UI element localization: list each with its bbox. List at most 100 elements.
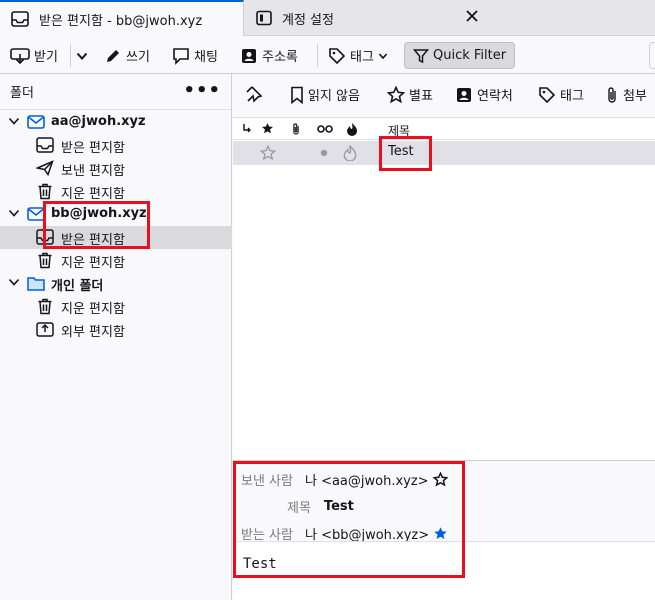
message-list-header: 제목 xyxy=(233,118,655,140)
write-label: 쓰기 xyxy=(126,50,150,65)
message-list-pane: 읽지 않음 별표 연락처 태그 첨부 제목 Test xyxy=(233,74,655,460)
message-pane: 보낸 사람 나 <aa@jwoh.xyz> 제목 Test 받는 사람 나 <b… xyxy=(233,460,655,600)
account-row-bb[interactable]: bb@jwoh.xyz xyxy=(0,203,232,226)
mail-account-icon xyxy=(27,207,45,221)
folder-trash-aa[interactable]: 지운 편지함 xyxy=(0,180,232,203)
folder-icon xyxy=(27,276,45,291)
subject-column-header[interactable]: 제목 xyxy=(388,122,410,139)
star-toggle-icon[interactable] xyxy=(260,145,276,161)
folder-label: 외부 편지함 xyxy=(61,325,125,340)
tag-icon xyxy=(538,86,560,104)
subject-label: 제목 xyxy=(287,500,311,516)
filter-attachments-button[interactable]: 첨부 xyxy=(605,85,647,104)
to-label: 받는 사람 xyxy=(241,527,293,543)
close-icon[interactable] xyxy=(464,8,480,24)
filter-unread-label: 읽지 않음 xyxy=(308,89,360,104)
mail-account-icon xyxy=(27,115,45,129)
get-messages-label: 받기 xyxy=(34,50,58,65)
address-book-label: 주소록 xyxy=(262,50,298,65)
junk-toggle-icon[interactable] xyxy=(343,145,357,161)
account-name: bb@jwoh.xyz xyxy=(51,206,147,221)
folder-label: 받은 편지함 xyxy=(61,233,125,248)
toolbar-separator xyxy=(70,44,71,67)
inbox-icon xyxy=(11,11,29,27)
tag-button[interactable]: 태그 xyxy=(324,42,396,69)
folder-label: 지운 편지함 xyxy=(61,302,125,317)
junk-column-icon[interactable] xyxy=(346,122,358,136)
subject-value: Test xyxy=(323,498,354,514)
quick-filter-label: Quick Filter xyxy=(433,48,507,63)
folder-trash-bb[interactable]: 지운 편지함 xyxy=(0,249,232,272)
main-toolbar: 받기 쓰기 채팅 주소록 태그 Quick Filter xyxy=(0,37,655,74)
star-icon[interactable] xyxy=(432,471,448,487)
inbox-icon xyxy=(36,229,54,245)
folder-label: 받은 편지함 xyxy=(61,141,125,156)
message-body-text: Test xyxy=(243,556,277,572)
chat-button[interactable]: 채팅 xyxy=(168,42,222,69)
filter-contacts-button[interactable]: 연락처 xyxy=(455,85,513,104)
settings-icon xyxy=(256,10,272,26)
folder-pane-title: 폴더 xyxy=(10,86,34,101)
local-folders-row[interactable]: 개인 폴더 xyxy=(0,272,232,295)
contact-card-icon xyxy=(455,86,477,104)
bookmark-icon xyxy=(290,86,308,104)
filter-unread-button[interactable]: 읽지 않음 xyxy=(290,85,360,104)
address-book-icon xyxy=(240,47,262,65)
chevron-down-icon[interactable] xyxy=(8,116,20,126)
chat-icon xyxy=(172,47,194,65)
from-header: 보낸 사람 나 <aa@jwoh.xyz> xyxy=(241,469,448,489)
message-row[interactable]: Test xyxy=(233,141,655,165)
folder-trash-local[interactable]: 지운 편지함 xyxy=(0,295,232,318)
sticky-filter-pin-icon[interactable] xyxy=(245,85,267,103)
get-messages-menu-button[interactable] xyxy=(72,42,96,69)
trash-icon xyxy=(37,298,53,315)
star-column-icon[interactable] xyxy=(261,122,274,135)
tab-account-settings[interactable]: 계정 설정 xyxy=(245,0,490,36)
tab-inbox[interactable]: 받은 편지함 - bb@jwoh.xyz xyxy=(0,0,244,36)
filter-tags-label: 태그 xyxy=(560,89,584,104)
subject-header: 제목 Test xyxy=(287,496,354,516)
folder-outbox-local[interactable]: 외부 편지함 xyxy=(0,318,232,341)
more-options-icon[interactable]: ••• xyxy=(183,80,221,101)
chevron-down-icon[interactable] xyxy=(8,208,20,218)
account-name: 개인 폴더 xyxy=(51,279,104,294)
get-messages-button[interactable]: 받기 xyxy=(6,42,62,69)
account-row-aa[interactable]: aa@jwoh.xyz xyxy=(0,111,232,134)
trash-icon xyxy=(37,252,53,269)
star-filled-icon[interactable] xyxy=(433,526,448,541)
inbox-icon xyxy=(36,137,54,153)
chevron-down-icon xyxy=(76,51,92,61)
read-status-dot-icon[interactable] xyxy=(320,149,328,157)
folder-sent-aa[interactable]: 보낸 편지함 xyxy=(0,157,232,180)
tab-label: 받은 편지함 - bb@jwoh.xyz xyxy=(39,13,203,29)
address-book-button[interactable]: 주소록 xyxy=(236,42,302,69)
folder-pane: 폴더 ••• aa@jwoh.xyz 받은 편지함 보낸 편지함 지운 편지함 … xyxy=(0,74,232,600)
folder-inbox-aa[interactable]: 받은 편지함 xyxy=(0,134,232,157)
quick-filter-bar: 읽지 않음 별표 연락처 태그 첨부 xyxy=(233,74,655,118)
to-value[interactable]: 나 <bb@jwoh.xyz> xyxy=(305,524,429,543)
filter-attachments-label: 첨부 xyxy=(623,89,647,104)
folder-label: 지운 편지함 xyxy=(61,187,125,202)
from-value[interactable]: 나 <aa@jwoh.xyz> xyxy=(305,470,429,489)
sent-icon xyxy=(36,160,54,176)
account-name: aa@jwoh.xyz xyxy=(51,114,146,129)
chevron-down-icon xyxy=(378,52,392,60)
filter-icon xyxy=(413,48,433,64)
message-subject: Test xyxy=(388,144,414,159)
folder-label: 보낸 편지함 xyxy=(61,164,125,179)
filter-tags-button[interactable]: 태그 xyxy=(538,85,584,104)
download-icon xyxy=(10,47,34,65)
message-body[interactable]: Test xyxy=(233,541,655,600)
read-status-column-icon[interactable] xyxy=(317,124,333,134)
attachment-column-icon[interactable] xyxy=(291,122,301,136)
thread-column-icon[interactable] xyxy=(241,122,253,136)
toolbar-separator xyxy=(317,44,318,67)
filter-contacts-label: 연락처 xyxy=(477,89,513,104)
write-button[interactable]: 쓰기 xyxy=(100,42,154,69)
filter-starred-button[interactable]: 별표 xyxy=(387,85,433,104)
quick-filter-button[interactable]: Quick Filter xyxy=(404,42,516,69)
chevron-down-icon[interactable] xyxy=(8,277,20,287)
search-box[interactable] xyxy=(649,42,655,69)
outbox-icon xyxy=(36,321,54,337)
folder-inbox-bb[interactable]: 받은 편지함 xyxy=(0,226,232,249)
